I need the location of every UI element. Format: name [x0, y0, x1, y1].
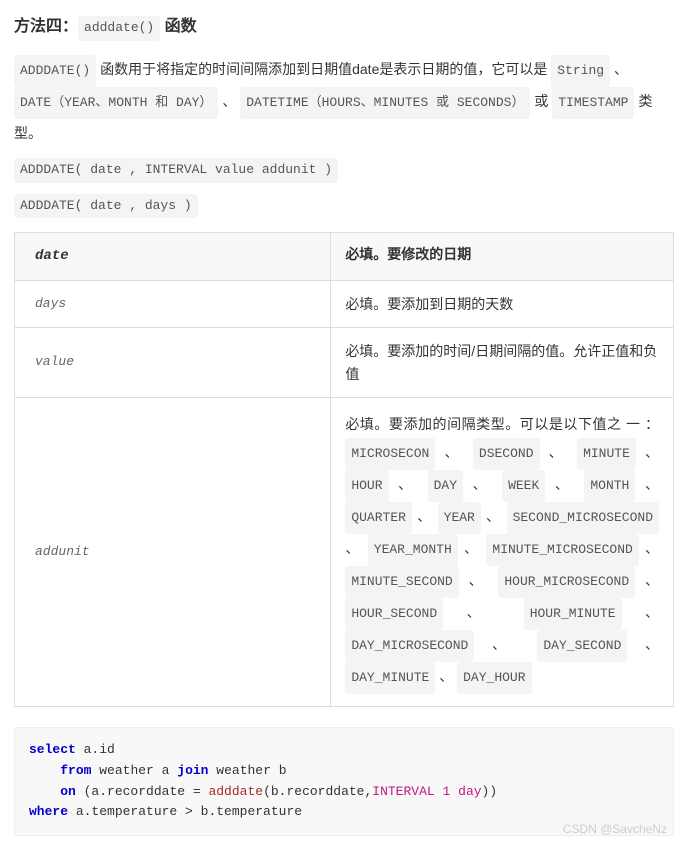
sep: 、	[474, 636, 537, 652]
unit-code: YEAR_MONTH	[368, 534, 458, 566]
kw-on: on	[60, 784, 76, 799]
title-prefix: 方法四：	[14, 18, 78, 35]
fn-adddate: adddate	[208, 784, 263, 799]
unit-code: DAY	[428, 470, 463, 502]
sep: 、	[389, 476, 428, 492]
sep: 、	[459, 572, 499, 588]
desc-code-3: DATE（YEAR、MONTH 和 DAY）	[14, 87, 218, 119]
sep: 、	[345, 540, 367, 556]
sql-args-open: (b.recorddate,	[263, 784, 372, 799]
watermark: CSDN @SavcheNz	[563, 820, 667, 839]
sep: 、	[545, 476, 584, 492]
unit-code: DAY_SECOND	[537, 630, 627, 662]
sep: 、	[622, 604, 659, 620]
num-1: 1	[443, 784, 451, 799]
desc-pre: 函数用于将指定的时间间隔添加到日期值date是表示日期的值，它可以是	[96, 61, 551, 77]
sql-join: weather b	[208, 763, 286, 778]
unit-code: MINUTE_SECOND	[345, 566, 458, 598]
desc-days: 必填。要添加到日期的天数	[331, 280, 674, 327]
sep: 、	[458, 540, 487, 556]
sep: 、	[635, 476, 659, 492]
table-row: days 必填。要添加到日期的天数	[15, 280, 674, 327]
th-param: date	[15, 233, 331, 280]
params-table: date 必填。要修改的日期 days 必填。要添加到日期的天数 value 必…	[14, 232, 674, 707]
unit-code: YEAR	[438, 502, 481, 534]
title-code: adddate()	[78, 16, 160, 41]
sep: 、	[639, 540, 659, 556]
unit-code: MICROSECON	[345, 438, 435, 470]
unit-code: DAY_MICROSECOND	[345, 630, 474, 662]
sql-cols: a.id	[76, 742, 115, 757]
unit-code: HOUR	[345, 470, 388, 502]
unit-code: MONTH	[584, 470, 635, 502]
sep: 、	[481, 508, 507, 524]
kw-select: select	[29, 742, 76, 757]
syntax-2: ADDDATE( date , days )	[14, 193, 674, 219]
sep: 、	[540, 444, 578, 460]
sep: 、	[435, 444, 473, 460]
unit-code: SECOND_MICROSECOND	[507, 502, 659, 534]
th-desc: 必填。要修改的日期	[331, 233, 674, 280]
desc-code-1: ADDDATE()	[14, 55, 96, 87]
table-header-row: date 必填。要修改的日期	[15, 233, 674, 280]
unit-code: DAY_HOUR	[457, 662, 531, 694]
sep: 、	[627, 636, 659, 652]
unit-code: QUARTER	[345, 502, 412, 534]
sep: 、	[443, 604, 524, 620]
sep: 、	[636, 444, 659, 460]
sep: 、	[412, 508, 438, 524]
desc-sep1: 、	[610, 61, 628, 77]
sql-code-block: select a.id from weather a join weather …	[14, 727, 674, 836]
kw-where: where	[29, 804, 68, 819]
kw-interval: INTERVAL	[372, 784, 434, 799]
desc-sep3: 或	[530, 93, 552, 109]
sep: 、	[435, 668, 457, 684]
title-suffix: 函数	[160, 18, 196, 35]
section-title: 方法四：adddate() 函数	[14, 14, 674, 41]
unit-code: MINUTE_MICROSECOND	[486, 534, 638, 566]
kw-join: join	[177, 763, 208, 778]
unit-code: HOUR_MICROSECOND	[498, 566, 635, 598]
table-row: value 必填。要添加的时间/日期间隔的值。允许正值和负值	[15, 328, 674, 398]
desc-value: 必填。要添加的时间/日期间隔的值。允许正值和负值	[331, 328, 674, 398]
desc-code-2: String	[551, 55, 610, 87]
unit-code: HOUR_SECOND	[345, 598, 443, 630]
sep: 、	[463, 476, 502, 492]
desc-code-4: DATETIME（HOURS、MINUTES 或 SECONDS）	[240, 87, 530, 119]
sep: 、	[635, 572, 659, 588]
unit-code: DSECOND	[473, 438, 540, 470]
addunit-pre: 必填。要添加的间隔类型。可以是以下值之 一 ：	[345, 416, 659, 432]
unit-code: DAY_MINUTE	[345, 662, 435, 694]
param-value: value	[15, 328, 331, 398]
unit-code: WEEK	[502, 470, 545, 502]
kw-day: day	[458, 784, 481, 799]
description: ADDDATE() 函数用于将指定的时间间隔添加到日期值date是表示日期的值，…	[14, 55, 674, 147]
sql-on-close: ))	[482, 784, 498, 799]
kw-from: from	[60, 763, 91, 778]
sql-where: a.temperature > b.temperature	[68, 804, 302, 819]
table-row: addunit 必填。要添加的间隔类型。可以是以下值之 一 ： MICROSEC…	[15, 397, 674, 706]
unit-code: MINUTE	[577, 438, 636, 470]
desc-sep2: 、	[218, 93, 240, 109]
desc-addunit: 必填。要添加的间隔类型。可以是以下值之 一 ： MICROSECON 、 DSE…	[331, 397, 674, 706]
sql-from: weather a	[91, 763, 177, 778]
syntax-code-1: ADDDATE( date , INTERVAL value addunit )	[14, 158, 338, 183]
param-days: days	[15, 280, 331, 327]
syntax-1: ADDDATE( date , INTERVAL value addunit )	[14, 157, 674, 183]
unit-code: HOUR_MINUTE	[524, 598, 622, 630]
param-addunit: addunit	[15, 397, 331, 706]
desc-code-5: TIMESTAMP	[552, 87, 634, 119]
syntax-code-2: ADDDATE( date , days )	[14, 194, 198, 219]
sql-on-open: (a.recorddate =	[76, 784, 209, 799]
